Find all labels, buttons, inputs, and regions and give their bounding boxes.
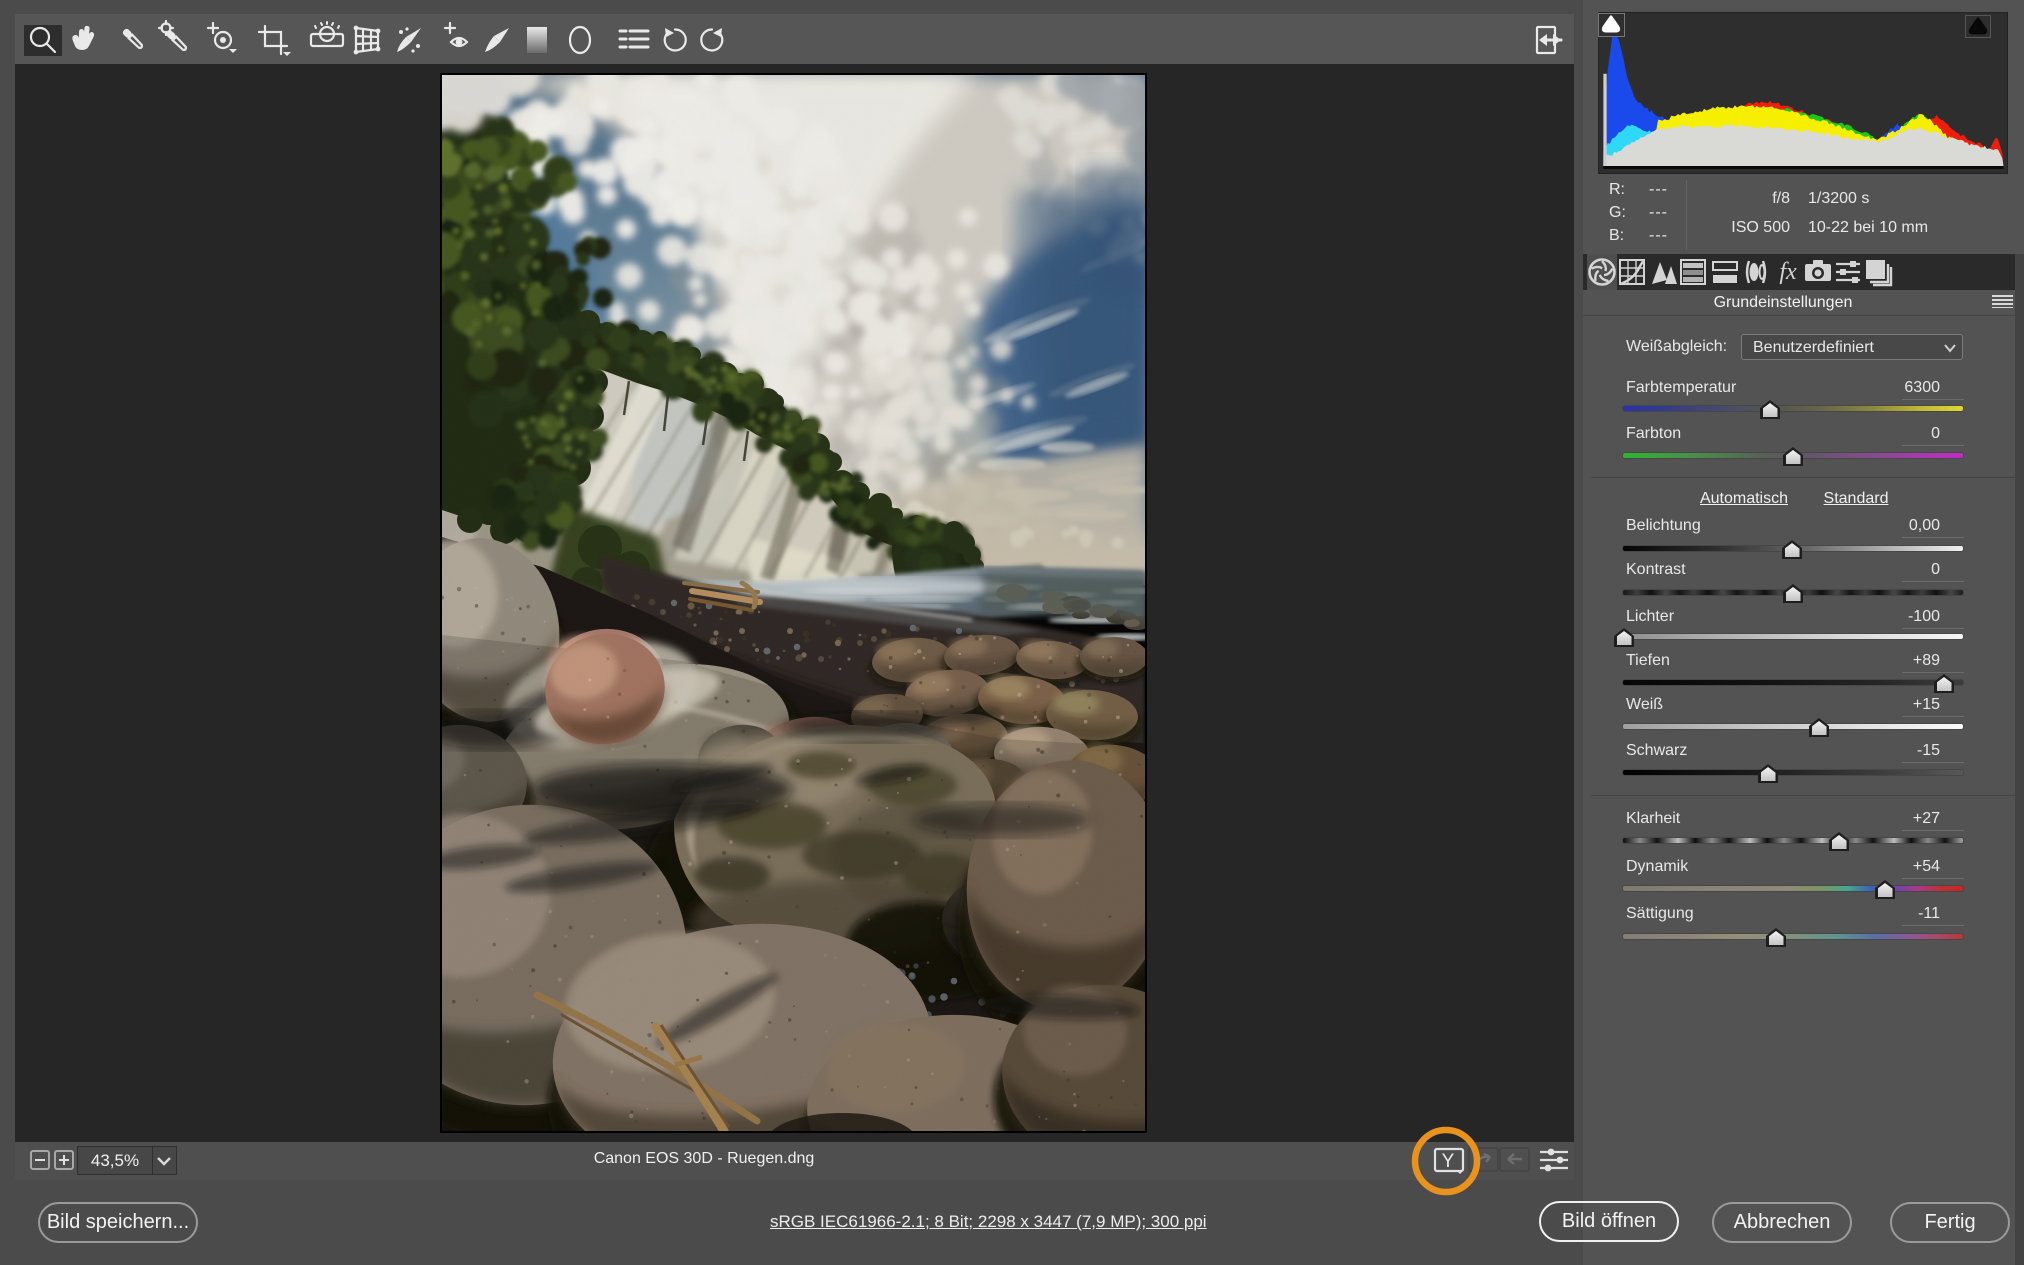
svg-text:fx: fx <box>1779 259 1797 285</box>
